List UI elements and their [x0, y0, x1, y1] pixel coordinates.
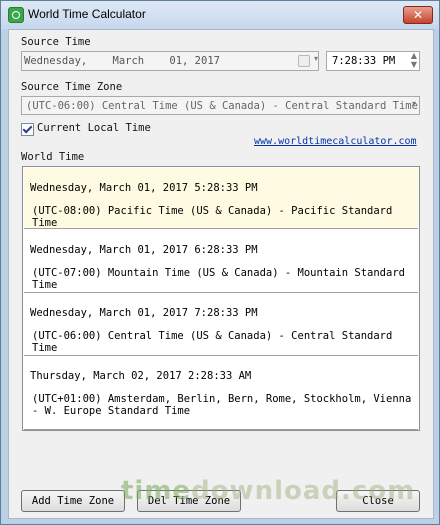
source-date-picker[interactable]: Wednesday, March 01, 2017 ▾: [21, 51, 319, 71]
app-window: World Time Calculator ✕ Source Time Wedn…: [0, 0, 440, 525]
window-close-button[interactable]: ✕: [403, 6, 433, 24]
list-item[interactable]: Wednesday, March 01, 2017 6:28:33 PM (UT…: [24, 230, 418, 293]
source-time-zone-select[interactable]: (UTC-06:00) Central Time (US & Canada) -…: [21, 96, 420, 115]
client-area: Source Time Wednesday, March 01, 2017 ▾ …: [8, 29, 434, 519]
close-button[interactable]: Close: [336, 490, 420, 512]
current-local-time-checkbox[interactable]: [21, 123, 34, 136]
entry-datetime: Wednesday, March 01, 2017 6:28:33 PM: [30, 244, 258, 256]
list-item[interactable]: Wednesday, March 01, 2017 7:28:33 PM (UT…: [24, 293, 418, 356]
calendar-dropdown-icon[interactable]: ▾: [314, 54, 318, 63]
source-time-label: Source Time: [21, 36, 91, 48]
calendar-icon[interactable]: [298, 55, 310, 67]
entry-datetime: Wednesday, March 01, 2017 5:28:33 PM: [30, 182, 258, 194]
spin-down-icon[interactable]: ▼: [411, 60, 417, 69]
source-time-zone-value: (UTC-06:00) Central Time (US & Canada) -…: [26, 100, 418, 112]
source-time-field[interactable]: 7:28:33 PM ▲ ▼: [326, 51, 420, 71]
source-date-value: Wednesday, March 01, 2017: [24, 55, 220, 67]
window-title: World Time Calculator: [28, 7, 146, 21]
app-icon: [8, 7, 24, 23]
source-time-value: 7:28:33 PM: [332, 55, 396, 67]
title-bar[interactable]: World Time Calculator ✕: [1, 1, 439, 29]
entry-zone: (UTC-07:00) Mountain Time (US & Canada) …: [32, 267, 405, 291]
entry-datetime: Wednesday, March 01, 2017 7:28:33 PM: [30, 307, 258, 319]
website-link[interactable]: www.worldtimecalculator.com: [254, 136, 417, 147]
world-time-list[interactable]: Wednesday, March 01, 2017 5:28:33 PM (UT…: [22, 166, 420, 431]
entry-datetime: Thursday, March 02, 2017 2:28:33 AM: [30, 370, 252, 382]
add-time-zone-button[interactable]: Add Time Zone: [21, 490, 125, 512]
del-time-zone-button[interactable]: Del Time Zone: [137, 490, 241, 512]
entry-zone: (UTC+01:00) Amsterdam, Berlin, Bern, Rom…: [32, 393, 412, 417]
spin-up-icon[interactable]: ▲: [411, 51, 417, 60]
entry-zone: (UTC-08:00) Pacific Time (US & Canada) -…: [32, 205, 393, 229]
list-item[interactable]: Thursday, March 02, 2017 2:28:33 AM (UTC…: [24, 356, 418, 430]
current-local-time-label[interactable]: Current Local Time: [37, 122, 151, 134]
entry-zone: (UTC-06:00) Central Time (US & Canada) -…: [32, 330, 393, 354]
source-time-zone-label: Source Time Zone: [21, 81, 123, 93]
list-item[interactable]: Wednesday, March 01, 2017 5:28:33 PM (UT…: [24, 168, 418, 229]
world-time-label: World Time: [21, 151, 85, 163]
chevron-down-icon[interactable]: ▾: [412, 99, 416, 108]
